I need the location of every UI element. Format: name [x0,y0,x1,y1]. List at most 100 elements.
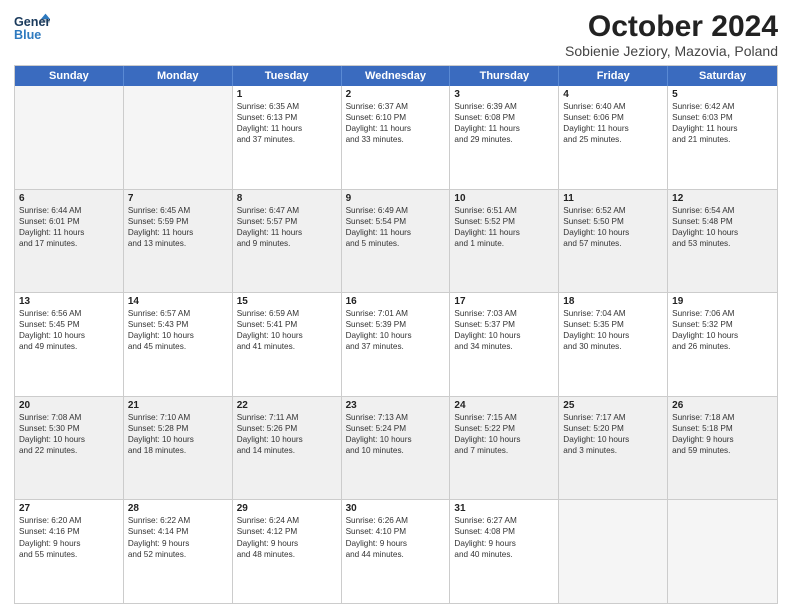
day-cell-28: 28Sunrise: 6:22 AMSunset: 4:14 PMDayligh… [124,500,233,603]
cell-info-line: and 18 minutes. [128,445,228,456]
cell-info-line: Sunrise: 7:11 AM [237,412,337,423]
day-cell-15: 15Sunrise: 6:59 AMSunset: 5:41 PMDayligh… [233,293,342,396]
day-cell-11: 11Sunrise: 6:52 AMSunset: 5:50 PMDayligh… [559,190,668,293]
day-header-friday: Friday [559,66,668,86]
cell-info-line: Daylight: 10 hours [128,330,228,341]
cell-info-line: Sunset: 6:08 PM [454,112,554,123]
cell-info-line: and 45 minutes. [128,341,228,352]
cell-info-line: and 44 minutes. [346,549,446,560]
svg-text:Blue: Blue [14,28,41,42]
week-row-5: 27Sunrise: 6:20 AMSunset: 4:16 PM Dayligh… [15,500,777,603]
cell-info-line: and 9 minutes. [237,238,337,249]
cell-info-line: Sunset: 4:16 PM [19,526,119,537]
cell-info-line: Sunrise: 6:37 AM [346,101,446,112]
day-header-thursday: Thursday [450,66,559,86]
cell-info-line: and 34 minutes. [454,341,554,352]
cell-info-line: Sunrise: 6:44 AM [19,205,119,216]
day-number: 12 [672,193,773,204]
cell-info-line: Daylight: 10 hours [563,227,663,238]
cell-info-line: Sunrise: 6:59 AM [237,308,337,319]
cell-info-line: Sunset: 5:28 PM [128,423,228,434]
cell-info-line: Sunrise: 6:20 AM [19,515,119,526]
empty-cell [124,86,233,189]
cell-info-line: Sunset: 5:41 PM [237,319,337,330]
cell-info-line: Daylight: 9 hours [128,538,228,549]
cell-info-line: Daylight: 9 hours [672,434,773,445]
empty-cell [15,86,124,189]
cell-info-line: Sunset: 5:57 PM [237,216,337,227]
cell-info-line: Sunset: 4:14 PM [128,526,228,537]
calendar: SundayMondayTuesdayWednesdayThursdayFrid… [14,65,778,604]
day-cell-25: 25Sunrise: 7:17 AMSunset: 5:20 PMDayligh… [559,397,668,500]
day-cell-14: 14Sunrise: 6:57 AMSunset: 5:43 PMDayligh… [124,293,233,396]
cell-info-line: and 30 minutes. [563,341,663,352]
cell-info-line: Sunset: 5:39 PM [346,319,446,330]
cell-info-line: Sunset: 5:54 PM [346,216,446,227]
cell-info-line: Sunrise: 7:15 AM [454,412,554,423]
day-cell-4: 4Sunrise: 6:40 AMSunset: 6:06 PMDaylight… [559,86,668,189]
day-cell-16: 16Sunrise: 7:01 AMSunset: 5:39 PMDayligh… [342,293,451,396]
day-number: 23 [346,400,446,411]
cell-info-line: Daylight: 11 hours [237,123,337,134]
cell-info-line: Daylight: 11 hours [346,227,446,238]
day-number: 29 [237,503,337,514]
cell-info-line: and 13 minutes. [128,238,228,249]
day-number: 16 [346,296,446,307]
day-cell-22: 22Sunrise: 7:11 AMSunset: 5:26 PMDayligh… [233,397,342,500]
day-cell-30: 30Sunrise: 6:26 AMSunset: 4:10 PMDayligh… [342,500,451,603]
cell-info-line: Sunset: 6:06 PM [563,112,663,123]
cell-info-line: Sunrise: 6:47 AM [237,205,337,216]
day-header-monday: Monday [124,66,233,86]
cell-info-line: Sunset: 5:18 PM [672,423,773,434]
cell-info-line: Sunset: 6:01 PM [19,216,119,227]
day-number: 20 [19,400,119,411]
day-number: 24 [454,400,554,411]
day-header-wednesday: Wednesday [342,66,451,86]
day-number: 14 [128,296,228,307]
subtitle: Sobienie Jeziory, Mazovia, Poland [565,43,778,59]
calendar-body: 1Sunrise: 6:35 AMSunset: 6:13 PMDaylight… [15,86,777,603]
cell-info-line: Sunrise: 6:56 AM [19,308,119,319]
cell-info-line: Sunrise: 6:45 AM [128,205,228,216]
header: General Blue October 2024 Sobienie Jezio… [14,10,778,59]
cell-info-line: Sunrise: 6:57 AM [128,308,228,319]
cell-info-line: and 41 minutes. [237,341,337,352]
cell-info-line: Sunset: 4:12 PM [237,526,337,537]
cell-info-line: Sunrise: 7:03 AM [454,308,554,319]
cell-info-line: and 3 minutes. [563,445,663,456]
empty-cell [668,500,777,603]
day-number: 6 [19,193,119,204]
cell-info-line: and 29 minutes. [454,134,554,145]
cell-info-line: Sunset: 5:43 PM [128,319,228,330]
day-cell-5: 5Sunrise: 6:42 AMSunset: 6:03 PMDaylight… [668,86,777,189]
day-number: 8 [237,193,337,204]
page: General Blue October 2024 Sobienie Jezio… [0,0,792,612]
cell-info-line: Sunset: 5:52 PM [454,216,554,227]
day-number: 13 [19,296,119,307]
cell-info-line: and 59 minutes. [672,445,773,456]
cell-info-line: and 53 minutes. [672,238,773,249]
day-number: 27 [19,503,119,514]
cell-info-line: Sunrise: 6:52 AM [563,205,663,216]
day-cell-29: 29Sunrise: 6:24 AMSunset: 4:12 PMDayligh… [233,500,342,603]
week-row-4: 20Sunrise: 7:08 AMSunset: 5:30 PMDayligh… [15,397,777,501]
cell-info-line: Sunrise: 7:18 AM [672,412,773,423]
week-row-2: 6Sunrise: 6:44 AMSunset: 6:01 PM Daylight… [15,190,777,294]
day-number: 21 [128,400,228,411]
cell-info-line: Sunset: 5:24 PM [346,423,446,434]
cell-info-line: Sunrise: 7:08 AM [19,412,119,423]
cell-info-line: Daylight: 10 hours [672,330,773,341]
cell-info-line: Daylight: 11 hours [128,227,228,238]
day-cell-13: 13Sunrise: 6:56 AMSunset: 5:45 PMDayligh… [15,293,124,396]
day-header-saturday: Saturday [668,66,777,86]
cell-info-line: Daylight: 9 hours [454,538,554,549]
cell-info-line: Sunrise: 6:27 AM [454,515,554,526]
calendar-header: SundayMondayTuesdayWednesdayThursdayFrid… [15,66,777,86]
day-number: 2 [346,89,446,100]
cell-info-line: Sunset: 6:10 PM [346,112,446,123]
logo: General Blue [14,10,50,46]
week-row-3: 13Sunrise: 6:56 AMSunset: 5:45 PMDayligh… [15,293,777,397]
cell-info-line: Sunset: 4:10 PM [346,526,446,537]
day-cell-3: 3Sunrise: 6:39 AMSunset: 6:08 PMDaylight… [450,86,559,189]
cell-info-line: Sunset: 5:48 PM [672,216,773,227]
